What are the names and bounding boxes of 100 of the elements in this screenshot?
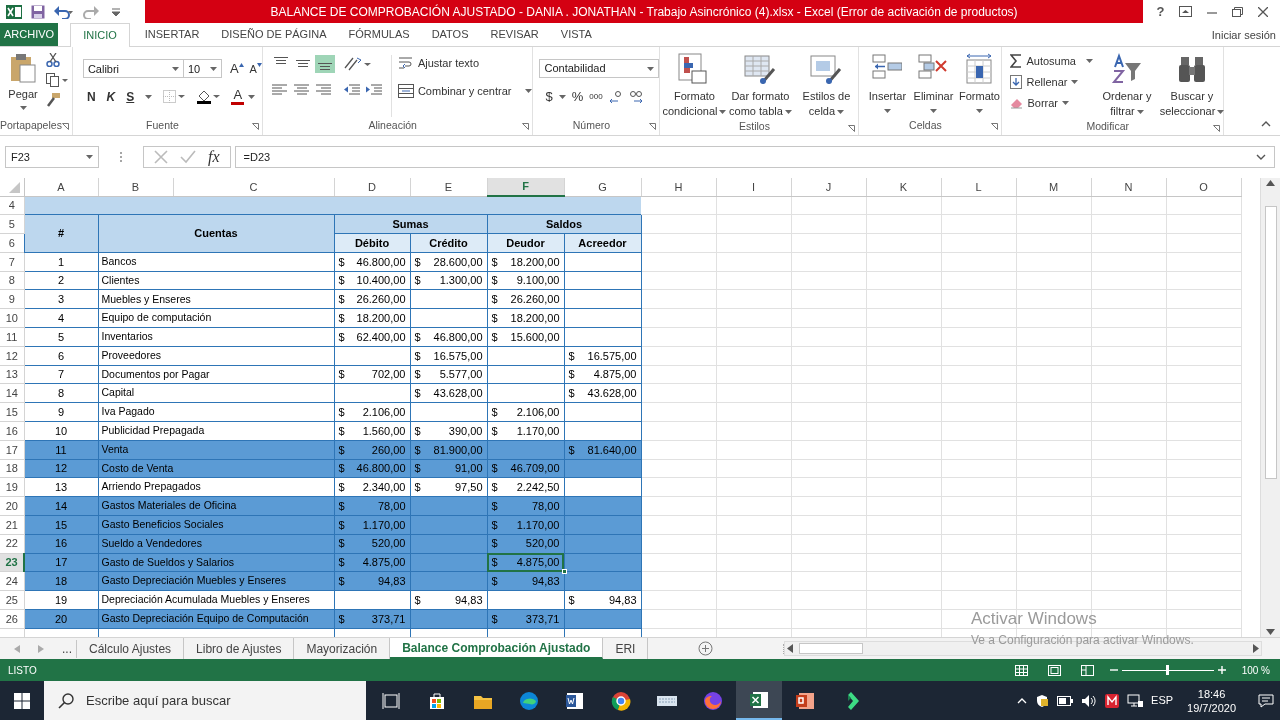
ribbon-display-icon[interactable] xyxy=(1179,6,1193,17)
show-hidden-icons-icon[interactable] xyxy=(1017,697,1028,704)
sign-in-link[interactable]: Iniciar sesión xyxy=(1211,27,1276,44)
vertical-align-button[interactable] xyxy=(314,55,335,73)
network-icon[interactable] xyxy=(1127,693,1144,708)
cells-button[interactable]: Insertar xyxy=(865,53,910,117)
styles-button[interactable]: Formato condicional xyxy=(662,53,727,119)
help-button[interactable]: ? xyxy=(1156,1,1165,22)
paste-button[interactable]: Pegar xyxy=(6,53,40,110)
undo-icon[interactable] xyxy=(54,4,74,19)
column-header[interactable]: G xyxy=(564,178,641,196)
collapse-ribbon-icon[interactable] xyxy=(1261,121,1271,127)
cells-button[interactable]: Eliminar xyxy=(911,53,956,117)
scroll-thumb[interactable] xyxy=(1264,206,1277,479)
scissors-icon[interactable] xyxy=(46,53,60,67)
shrink-font-button[interactable]: A xyxy=(249,60,262,77)
more-sheets-button[interactable]: ... xyxy=(58,639,77,658)
scroll-right-icon[interactable] xyxy=(1253,644,1259,653)
windows-start-icon[interactable] xyxy=(14,692,30,709)
close-icon[interactable] xyxy=(1258,6,1269,17)
italic-button[interactable]: K xyxy=(106,87,116,106)
zoom-out-icon[interactable] xyxy=(1109,666,1118,674)
scroll-left-icon[interactable] xyxy=(787,644,793,653)
copy-icon[interactable] xyxy=(46,73,68,87)
format-painter-icon[interactable] xyxy=(46,93,60,107)
dialog-launcher-icon[interactable] xyxy=(991,123,999,130)
percent-button[interactable]: % xyxy=(571,87,584,107)
zoom-level[interactable]: 100 % xyxy=(1241,662,1270,678)
column-header[interactable]: C xyxy=(173,178,334,196)
dialog-launcher-icon[interactable] xyxy=(1213,125,1220,132)
formula-input[interactable]: =D23 xyxy=(234,146,1275,168)
vertical-scrollbar[interactable] xyxy=(1260,178,1280,637)
scroll-thumb[interactable] xyxy=(799,643,863,654)
grow-font-button[interactable]: A xyxy=(229,59,244,79)
page-layout-icon[interactable] xyxy=(1047,664,1061,676)
notifications-icon[interactable] xyxy=(1258,693,1274,708)
ribbon-tab[interactable]: DATOS xyxy=(420,23,480,46)
ribbon-tab[interactable]: INICIO xyxy=(70,23,130,47)
zoom-slider-thumb[interactable] xyxy=(1166,665,1170,675)
increase-decimal-icon[interactable] xyxy=(608,89,623,104)
browser-wave-icon[interactable] xyxy=(518,689,540,712)
battery-icon[interactable] xyxy=(1057,695,1074,706)
fill-button[interactable]: Rellenar xyxy=(1010,74,1093,90)
decrease-indent-icon[interactable] xyxy=(342,83,361,97)
ribbon-tab[interactable]: FÓRMULAS xyxy=(337,23,421,46)
column-header[interactable]: O xyxy=(1166,178,1241,196)
normal-view-icon[interactable] xyxy=(1014,664,1028,676)
borders-icon[interactable] xyxy=(163,90,186,103)
excel-icon[interactable] xyxy=(6,3,22,20)
page-break-icon[interactable] xyxy=(1080,664,1094,676)
scroll-down-icon[interactable] xyxy=(1266,629,1275,635)
zoom-in-icon[interactable] xyxy=(1217,666,1226,674)
column-header[interactable]: L xyxy=(941,178,1016,196)
dialog-launcher-icon[interactable] xyxy=(522,123,530,130)
table-cell[interactable]: $ 4.875,00 xyxy=(487,553,564,572)
bold-button[interactable]: N xyxy=(86,87,96,106)
name-box[interactable]: F23 xyxy=(5,146,99,168)
add-sheet-icon[interactable] xyxy=(698,641,714,656)
font-color-button[interactable]: A xyxy=(231,88,256,105)
column-header[interactable]: N xyxy=(1091,178,1166,196)
wrap-text-button[interactable]: Ajustar texto xyxy=(397,55,533,72)
styles-button[interactable]: Estilos de celda xyxy=(794,53,859,119)
number-format-dropdown[interactable]: Contabilidad xyxy=(539,59,660,78)
column-header[interactable]: I xyxy=(716,178,791,196)
tray-app-icon[interactable] xyxy=(1105,693,1120,708)
chrome-ball-icon[interactable] xyxy=(610,689,632,712)
clear-button[interactable]: Borrar xyxy=(1010,95,1093,111)
column-header[interactable]: D xyxy=(334,178,410,196)
insert-function-button[interactable]: fx xyxy=(208,145,220,169)
ribbon-tab[interactable]: INSERTAR xyxy=(133,23,211,46)
column-header[interactable]: J xyxy=(791,178,866,196)
autosum-button[interactable]: Autosuma xyxy=(1010,53,1093,69)
currency-button[interactable]: $ xyxy=(545,87,553,107)
cells-button[interactable]: Formato xyxy=(957,53,1002,117)
column-header[interactable]: M xyxy=(1016,178,1091,196)
customize-caret-icon[interactable] xyxy=(112,7,120,16)
column-header[interactable]: E xyxy=(410,178,487,196)
font-size-dropdown[interactable]: 10 xyxy=(183,59,222,79)
column-header[interactable]: K xyxy=(866,178,941,196)
merge-center-button[interactable]: Combinar y centrar xyxy=(397,82,533,99)
column-header[interactable]: F xyxy=(487,178,564,196)
column-header[interactable]: B xyxy=(98,178,173,196)
font-name-dropdown[interactable]: Calibri xyxy=(82,59,184,79)
ribbon-tab[interactable]: REVISAR xyxy=(479,23,550,46)
ribbon-tab[interactable]: VISTA xyxy=(549,23,603,46)
ribbon-tab[interactable]: ARCHIVO xyxy=(0,23,59,46)
clock-button[interactable]: 18:46 19/7/2020 xyxy=(1187,686,1236,715)
dialog-launcher-icon[interactable] xyxy=(251,123,259,130)
styles-button[interactable]: Dar formato como tabla xyxy=(728,53,793,119)
sort-filter-button[interactable]: Ordenar y filtrar xyxy=(1101,53,1153,119)
column-header[interactable]: A xyxy=(24,178,98,196)
underline-button[interactable]: S xyxy=(126,87,135,106)
drag-handle-icon[interactable] xyxy=(119,151,123,163)
save-icon[interactable] xyxy=(31,4,45,19)
volume-icon[interactable] xyxy=(1081,693,1098,708)
fox-browser-icon[interactable] xyxy=(702,689,724,712)
fill-color-icon[interactable] xyxy=(196,89,221,104)
input-language-button[interactable]: ESP xyxy=(1151,692,1174,709)
decrease-decimal-icon[interactable] xyxy=(628,89,643,104)
sheet-tab[interactable]: Balance Comprobación Ajustado xyxy=(390,638,604,659)
